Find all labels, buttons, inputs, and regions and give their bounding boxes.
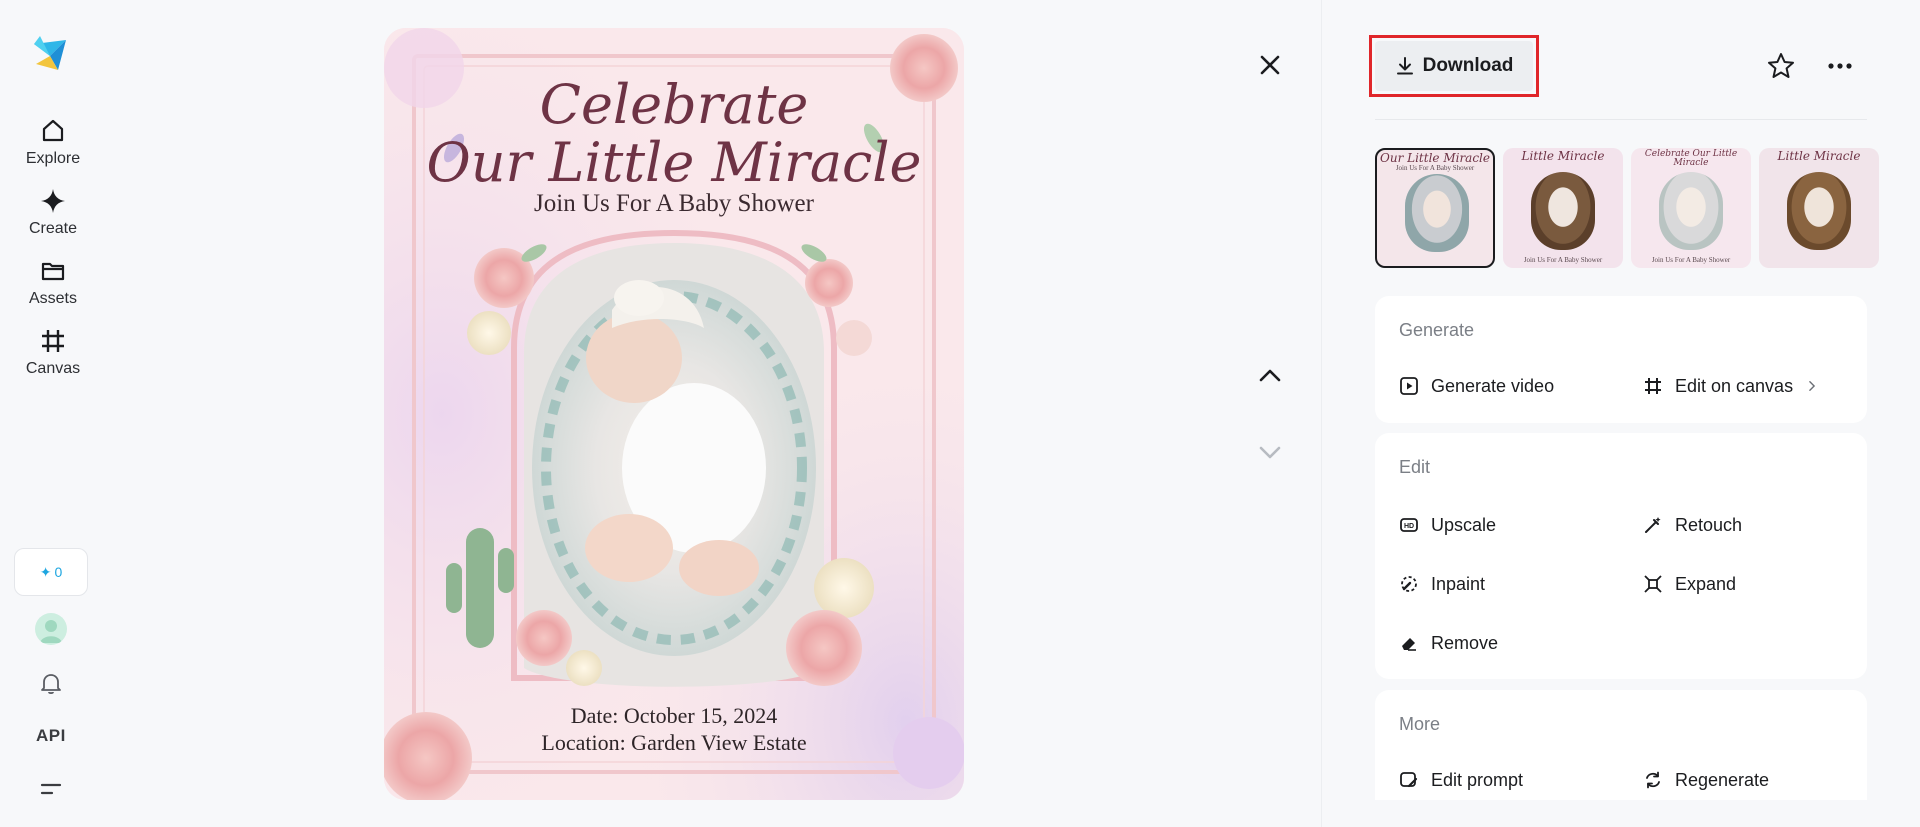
thumbnail-sub: Join Us For A Baby Shower xyxy=(1395,164,1475,172)
thumbnail-3[interactable]: Celebrate Our Little Miracle Join Us For… xyxy=(1631,148,1751,268)
expand-label: Expand xyxy=(1675,573,1737,594)
nav-label-explore: Explore xyxy=(25,150,81,167)
remove-label: Remove xyxy=(1431,632,1499,653)
nav-label-assets: Assets xyxy=(28,290,77,307)
thumbnail-title: Our Little Miracle xyxy=(1380,151,1490,165)
more-title: More xyxy=(1399,714,1441,734)
regenerate-icon xyxy=(1646,771,1660,789)
more-section: More Edit prompt Regenerate xyxy=(1375,690,1867,800)
generate-section: Generate Generate video Edit on canvas xyxy=(1375,296,1867,423)
credits-count: 0 xyxy=(54,564,63,580)
star-icon[interactable] xyxy=(1766,51,1796,81)
more-options-icon[interactable] xyxy=(1826,56,1854,76)
nav-item-canvas[interactable]: Canvas xyxy=(0,327,106,378)
poster-title: Celebrate Our Little Miracle xyxy=(384,76,964,192)
retouch-button[interactable]: Retouch xyxy=(1643,513,1742,537)
retouch-label: Retouch xyxy=(1675,514,1743,535)
upscale-label: Upscale xyxy=(1431,514,1497,535)
generate-video-button[interactable]: Generate video xyxy=(1399,374,1554,398)
edit-prompt-label: Edit prompt xyxy=(1431,769,1524,790)
avatar[interactable] xyxy=(35,613,67,645)
expand-button[interactable]: Expand xyxy=(1643,572,1736,596)
nav-item-create[interactable]: Create xyxy=(0,187,106,238)
edit-prompt-button[interactable]: Edit prompt xyxy=(1399,768,1523,792)
collapse-menu-icon[interactable] xyxy=(40,780,62,798)
thumbnail-title: Little Miracle xyxy=(1777,149,1861,163)
folder-icon xyxy=(41,262,65,281)
thumbnail-title: Celebrate Our Little Miracle xyxy=(1644,149,1738,168)
edit-section: Edit HD Upscale Retouch Inpaint Expand R… xyxy=(1375,433,1867,679)
left-rail: Explore Create Assets Canvas ✦ 0 API xyxy=(0,0,106,827)
header-divider xyxy=(1375,119,1867,120)
generated-image-poster[interactable]: Celebrate Our Little Miracle Join Us For… xyxy=(384,28,964,800)
poster-subtitle: Join Us For A Baby Shower xyxy=(534,190,814,217)
eraser-icon xyxy=(1402,638,1416,651)
edit-title: Edit xyxy=(1399,457,1431,477)
edit-on-canvas-button[interactable]: Edit on canvas xyxy=(1643,374,1819,398)
inpaint-button[interactable]: Inpaint xyxy=(1399,572,1485,596)
poster-title-line2: Our Little Miracle xyxy=(426,131,922,194)
home-icon xyxy=(42,119,64,142)
edit-prompt-icon xyxy=(1400,772,1418,788)
generate-title: Generate xyxy=(1399,320,1475,340)
bell-icon[interactable] xyxy=(38,670,64,696)
chevron-right-icon xyxy=(1809,381,1816,391)
regenerate-label: Regenerate xyxy=(1675,769,1770,790)
thumbnail-1[interactable]: Our Little Miracle Join Us For A Baby Sh… xyxy=(1375,148,1495,268)
poster-details: Date: October 15, 2024 Location: Garden … xyxy=(384,702,964,756)
download-label: Download xyxy=(1422,55,1514,76)
expand-icon xyxy=(1644,575,1662,593)
edit-on-canvas-label: Edit on canvas xyxy=(1675,375,1794,396)
nav-item-explore[interactable]: Explore xyxy=(0,117,106,168)
user-avatar-icon xyxy=(40,620,62,643)
thumbnail-sub: Join Us For A Baby Shower xyxy=(1651,256,1731,264)
thumbnail-4[interactable]: Little Miracle xyxy=(1759,148,1879,268)
app-logo[interactable] xyxy=(32,34,68,74)
poster-title-line1: Celebrate xyxy=(539,73,809,136)
magic-wand-icon xyxy=(1645,517,1661,533)
close-icon[interactable] xyxy=(1255,50,1285,80)
api-link[interactable]: API xyxy=(36,726,66,746)
upscale-button[interactable]: HD Upscale xyxy=(1399,513,1496,537)
regenerate-button[interactable]: Regenerate xyxy=(1643,768,1769,792)
canvas-frame-icon xyxy=(1645,378,1661,394)
poster-location: Location: Garden View Estate xyxy=(541,730,807,755)
thumbnail-photo xyxy=(1531,172,1595,250)
thumbnail-title: Little Miracle xyxy=(1521,149,1605,163)
nav-item-assets[interactable]: Assets xyxy=(0,257,106,308)
inpaint-brush-icon xyxy=(1401,576,1417,592)
generate-video-label: Generate video xyxy=(1431,375,1555,396)
panel-divider xyxy=(1321,0,1322,827)
thumbnail-sub: Join Us For A Baby Shower xyxy=(1523,256,1603,264)
remove-button[interactable]: Remove xyxy=(1399,631,1498,655)
svg-text:HD: HD xyxy=(1404,523,1414,530)
download-button[interactable]: Download xyxy=(1375,41,1533,91)
chevron-down-icon[interactable] xyxy=(1256,440,1284,464)
hd-icon: HD xyxy=(1400,518,1418,532)
canvas-frame-icon xyxy=(42,330,64,352)
thumbnail-2[interactable]: Little Miracle Join Us For A Baby Shower xyxy=(1503,148,1623,268)
chevron-up-icon[interactable] xyxy=(1256,363,1284,387)
video-play-icon xyxy=(1400,377,1418,395)
thumbnail-photo xyxy=(1787,172,1851,250)
poster-date: Date: October 15, 2024 xyxy=(570,703,778,728)
download-icon xyxy=(1396,57,1413,75)
inpaint-label: Inpaint xyxy=(1431,573,1486,594)
thumbnail-photo xyxy=(1659,172,1723,250)
nav-label-canvas: Canvas xyxy=(25,360,81,377)
sparkle-icon xyxy=(41,189,65,213)
nav-label-create: Create xyxy=(28,220,78,237)
credit-sparkle-icon: ✦ xyxy=(39,563,52,580)
download-highlight: Download xyxy=(1369,35,1539,97)
thumbnail-photo xyxy=(1405,174,1469,252)
variation-thumbnails: Our Little Miracle Join Us For A Baby Sh… xyxy=(1375,148,1920,270)
credits-badge[interactable]: ✦ 0 xyxy=(14,548,88,596)
